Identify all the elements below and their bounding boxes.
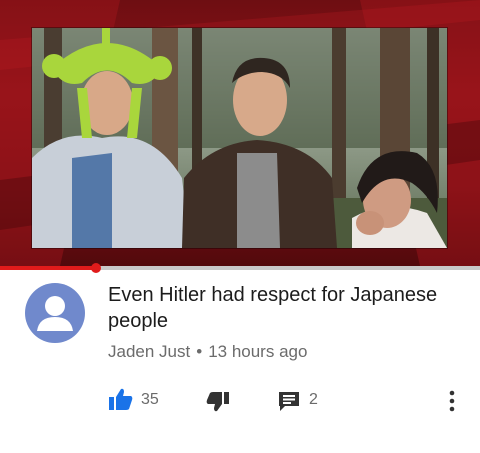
comment-text: Even Hitler had respect for Japanese peo… — [108, 284, 438, 332]
reply-count: 2 — [309, 391, 318, 408]
like-count: 35 — [141, 391, 159, 408]
thumbs-up-icon[interactable] — [108, 387, 134, 411]
comment-time: 13 hours ago — [208, 342, 308, 361]
reply-icon[interactable] — [277, 390, 301, 414]
video-player[interactable] — [0, 0, 480, 266]
video-thumbnail-image — [32, 28, 447, 248]
video-progress-handle[interactable] — [91, 263, 101, 273]
more-vertical-icon[interactable] — [446, 389, 458, 413]
video-progress-bar[interactable] — [0, 263, 480, 273]
video-progress-fill — [0, 266, 96, 270]
comment-author[interactable]: Jaden Just — [108, 342, 190, 361]
thumbs-down-icon[interactable] — [206, 391, 230, 413]
video-thumbnail[interactable] — [32, 28, 447, 248]
comment-meta: Jaden Just • 13 hours ago — [108, 342, 307, 362]
default-avatar-icon[interactable] — [25, 283, 85, 343]
meta-separator: • — [196, 342, 203, 361]
